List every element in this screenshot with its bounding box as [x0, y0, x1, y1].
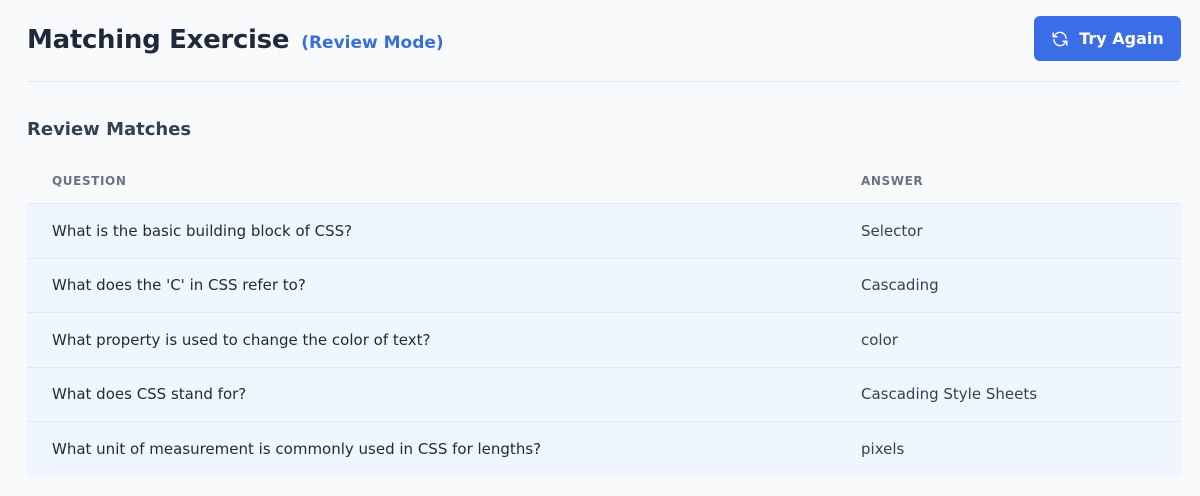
question-cell: What property is used to change the colo… — [52, 330, 431, 349]
page-title: Matching Exercise — [27, 24, 290, 55]
table-row: What property is used to change the colo… — [27, 313, 1181, 368]
column-header-answer: ANSWER — [861, 173, 924, 188]
table-row: What does the 'C' in CSS refer to? Casca… — [27, 258, 1181, 313]
answer-cell: Cascading Style Sheets — [861, 385, 1038, 404]
table-row: What unit of measurement is commonly use… — [27, 422, 1181, 477]
table-header: QUESTION ANSWER — [27, 158, 1181, 204]
table-row: What is the basic building block of CSS?… — [27, 204, 1181, 259]
table-row: What does CSS stand for? Cascading Style… — [27, 367, 1181, 422]
page: Matching Exercise (Review Mode) Try Agai… — [0, 0, 1200, 496]
header: Matching Exercise (Review Mode) Try Agai… — [27, 0, 1181, 82]
try-again-button[interactable]: Try Again — [1034, 16, 1181, 61]
answer-cell: Selector — [861, 221, 923, 240]
question-cell: What is the basic building block of CSS? — [52, 221, 353, 240]
section-title: Review Matches — [27, 119, 192, 140]
question-cell: What unit of measurement is commonly use… — [52, 440, 542, 459]
answer-cell: Cascading — [861, 276, 939, 295]
refresh-icon — [1051, 30, 1069, 48]
answer-cell: color — [861, 330, 898, 349]
review-table: QUESTION ANSWER What is the basic buildi… — [27, 158, 1181, 477]
title-group: Matching Exercise (Review Mode) — [27, 25, 444, 55]
try-again-label: Try Again — [1079, 29, 1164, 48]
answer-cell: pixels — [861, 440, 905, 459]
question-cell: What does the 'C' in CSS refer to? — [52, 276, 306, 295]
question-cell: What does CSS stand for? — [52, 385, 247, 404]
review-mode-badge: (Review Mode) — [301, 32, 444, 53]
column-header-question: QUESTION — [52, 173, 127, 188]
